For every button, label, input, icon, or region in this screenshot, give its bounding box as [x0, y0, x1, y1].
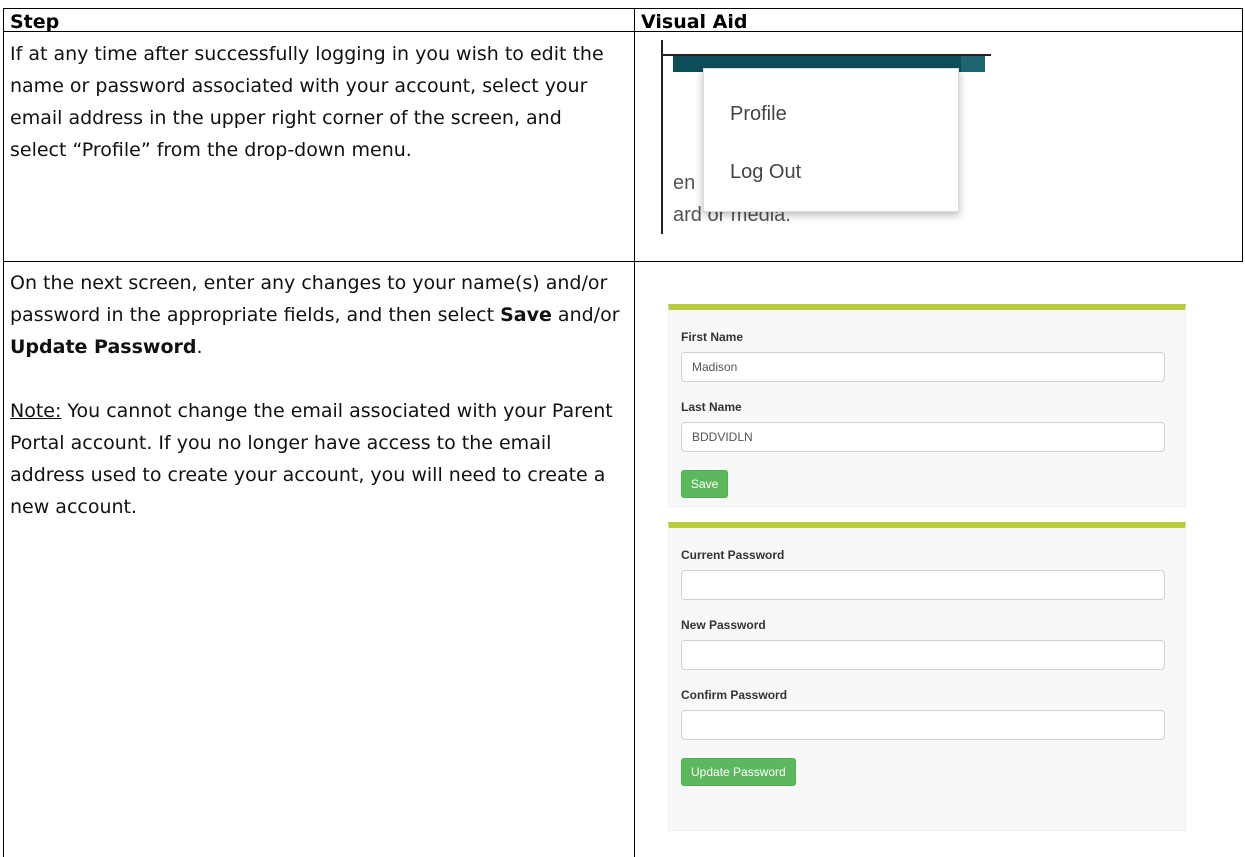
menu-item-log-out[interactable]: Log Out — [730, 161, 801, 184]
table-border-right — [1242, 8, 1243, 262]
table-row-divider — [3, 261, 1243, 262]
background-text-fragment: en — [673, 172, 696, 194]
last-name-label: Last Name — [681, 400, 742, 414]
screenshot-crop-line — [661, 40, 663, 234]
table-border-left — [3, 8, 4, 857]
new-password-label: New Password — [681, 618, 766, 632]
confirm-password-input[interactable] — [681, 710, 1165, 740]
last-name-input[interactable] — [681, 422, 1165, 452]
paragraph-spacer — [10, 363, 628, 395]
first-name-input[interactable] — [681, 352, 1165, 382]
top-nav-bar-edge — [961, 56, 985, 72]
save-button[interactable]: Save — [681, 470, 729, 498]
menu-item-profile[interactable]: Profile — [730, 103, 787, 126]
step-2-paragraph: On the next screen, enter any changes to… — [10, 267, 628, 363]
dropdown-screenshot: en ard or media. Profile Log Out — [651, 40, 991, 234]
step-1-text: If at any time after successfully loggin… — [10, 38, 620, 166]
header-step: Step — [10, 11, 60, 33]
instruction-table: Step Visual Aid If at any time after suc… — [0, 0, 1245, 857]
name-panel: First Name Last Name Save — [668, 304, 1186, 507]
profile-form-screenshot: First Name Last Name Save Current Passwo… — [668, 304, 1186, 831]
step-1-paragraph: If at any time after successfully loggin… — [10, 43, 604, 161]
header-visual-aid: Visual Aid — [641, 11, 748, 33]
update-password-emphasis: Update Password — [10, 336, 197, 358]
note-paragraph: Note: You cannot change the email associ… — [10, 395, 628, 523]
text-run: . — [196, 336, 203, 358]
table-header-divider — [3, 31, 1243, 32]
note-text: You cannot change the email associated w… — [10, 400, 613, 518]
password-panel: Current Password New Password Confirm Pa… — [668, 522, 1186, 831]
save-emphasis: Save — [500, 304, 552, 326]
new-password-input[interactable] — [681, 640, 1165, 670]
current-password-label: Current Password — [681, 548, 785, 562]
current-password-input[interactable] — [681, 570, 1165, 600]
table-column-divider — [634, 8, 635, 857]
confirm-password-label: Confirm Password — [681, 688, 788, 702]
note-label: Note: — [10, 400, 62, 422]
text-run: and/or — [551, 304, 620, 326]
account-dropdown-menu: Profile Log Out — [703, 68, 959, 212]
table-border-top — [3, 8, 1243, 9]
first-name-label: First Name — [681, 330, 744, 344]
step-2-text: On the next screen, enter any changes to… — [10, 267, 628, 523]
update-password-button[interactable]: Update Password — [681, 758, 796, 786]
